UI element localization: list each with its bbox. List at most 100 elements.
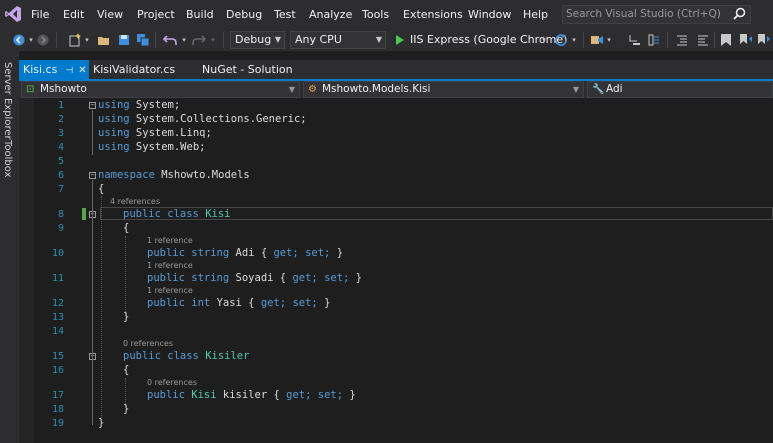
configuration-value: Debug xyxy=(235,33,272,46)
tab-kisi-cs[interactable]: Kisi.cs ⊣ ✕ xyxy=(19,60,89,79)
back-icon[interactable] xyxy=(13,34,25,46)
brace: } xyxy=(123,403,130,415)
code-line-8: public class Kisi xyxy=(123,208,231,220)
property-name: Soyadi xyxy=(235,272,274,284)
menu-test[interactable]: Test xyxy=(274,0,296,29)
project-dropdown[interactable]: ⊡ Mshowto ▼ xyxy=(21,81,300,98)
codelens-references[interactable]: 0 references xyxy=(123,339,173,348)
line-number: 9 xyxy=(57,223,64,234)
next-bookmark-icon[interactable] xyxy=(757,33,771,47)
undo-icon[interactable] xyxy=(163,33,177,47)
codelens-references[interactable]: 1 reference xyxy=(147,261,193,270)
chevron-down-icon: ▼ xyxy=(274,35,281,44)
class-dropdown[interactable]: ⚙ Mshowto.Models.Kisi ▼ xyxy=(303,81,584,98)
brace: { xyxy=(98,183,105,195)
undo-dropdown-icon[interactable]: ▾ xyxy=(180,31,188,49)
tab-kisivalidator-cs[interactable]: KisiValidator.cs xyxy=(89,60,179,79)
chevron-down-icon: ▼ xyxy=(288,85,295,94)
menu-tools[interactable]: Tools xyxy=(362,0,389,29)
change-tracking-bar xyxy=(82,208,86,220)
code-line-10: public string Adi { get; set; } xyxy=(147,247,344,259)
save-icon[interactable] xyxy=(117,33,131,47)
brace: } xyxy=(98,417,105,429)
run-dropdown-icon[interactable]: ▾ xyxy=(540,31,548,49)
menu-help[interactable]: Help xyxy=(523,0,548,29)
redo-dropdown-icon[interactable]: ▾ xyxy=(209,31,217,49)
indent-icon[interactable] xyxy=(696,33,710,47)
platform-dropdown[interactable]: Any CPU ▼ xyxy=(290,31,386,49)
chevron-down-icon: ▼ xyxy=(375,35,382,44)
line-number: 15 xyxy=(51,351,64,362)
keyword-get: get; xyxy=(286,389,312,401)
project-value: Mshowto xyxy=(40,83,87,95)
keyword-set: set; xyxy=(305,247,331,259)
line-number: 8 xyxy=(57,209,64,220)
refresh-dropdown-icon[interactable]: ▾ xyxy=(570,31,578,49)
chevron-down-icon: ▼ xyxy=(572,85,579,94)
code-line-7: { xyxy=(98,183,104,195)
previous-bookmark-icon[interactable] xyxy=(739,33,753,47)
collapse-namespace-icon[interactable]: − xyxy=(89,172,96,179)
code-line-1: using System; xyxy=(98,99,180,111)
codelens-references[interactable]: 1 reference xyxy=(147,286,193,295)
keyword-string: string xyxy=(191,272,230,284)
wrench-icon: 🔧 xyxy=(592,84,605,95)
refresh-icon[interactable] xyxy=(554,33,568,47)
codelens-references[interactable]: 4 references xyxy=(110,197,160,206)
menu-file[interactable]: File xyxy=(31,0,49,29)
keyword-public: public xyxy=(147,247,185,259)
browser-link-icon[interactable] xyxy=(590,33,604,47)
browser-link-dropdown-icon[interactable]: ▾ xyxy=(605,31,613,49)
menu-view[interactable]: View xyxy=(97,0,123,29)
keyword-namespace: namespace xyxy=(98,169,155,181)
brace: { xyxy=(123,364,130,376)
line-number: 6 xyxy=(57,170,64,181)
redo-icon[interactable] xyxy=(192,33,206,47)
codelens-references[interactable]: 0 references xyxy=(147,378,197,387)
step-over-icon[interactable] xyxy=(647,33,661,47)
line-number: 10 xyxy=(51,248,64,259)
member-dropdown[interactable]: 🔧 Adi xyxy=(587,81,773,98)
code-line-4: using System.Web; xyxy=(98,141,205,153)
tab-label: KisiValidator.cs xyxy=(93,63,176,76)
bookmark-icon[interactable] xyxy=(720,33,732,47)
line-number: 4 xyxy=(57,142,64,153)
toolbox-tab[interactable]: Toolbox xyxy=(2,140,13,178)
menu-analyze[interactable]: Analyze xyxy=(309,0,352,29)
menu-project[interactable]: Project xyxy=(137,0,175,29)
open-folder-icon[interactable] xyxy=(97,33,111,47)
menu-window[interactable]: Window xyxy=(468,0,511,29)
pin-icon[interactable]: ⊣ xyxy=(65,66,73,76)
menu-extensions[interactable]: Extensions xyxy=(403,0,463,29)
configuration-dropdown[interactable]: Debug ▼ xyxy=(230,31,285,49)
type-name: Kisi xyxy=(191,389,217,401)
code-text: System.Web; xyxy=(129,141,206,153)
run-play-icon[interactable] xyxy=(395,35,405,45)
keyword-public: public xyxy=(147,389,185,401)
outdent-icon[interactable] xyxy=(675,33,689,47)
type-name: Kisiler xyxy=(205,350,250,362)
code-text: System; xyxy=(129,99,181,111)
code-line-17: public Kisi kisiler { get; set; } xyxy=(147,389,356,401)
new-dropdown-icon[interactable]: ▾ xyxy=(83,31,91,49)
close-icon[interactable]: ✕ xyxy=(78,65,86,76)
menu-debug[interactable]: Debug xyxy=(226,0,262,29)
keyword-using: using xyxy=(98,141,130,153)
save-all-icon[interactable] xyxy=(136,33,150,47)
tab-nuget-solution[interactable]: NuGet - Solution xyxy=(198,60,297,79)
step-into-icon[interactable] xyxy=(627,33,641,47)
menu-edit[interactable]: Edit xyxy=(63,0,84,29)
back-dropdown-icon[interactable]: ▾ xyxy=(27,31,35,49)
codelens-references[interactable]: 1 reference xyxy=(147,236,193,245)
line-number: 1 xyxy=(57,100,64,111)
search-icon[interactable] xyxy=(733,7,746,20)
menu-build[interactable]: Build xyxy=(186,0,214,29)
visual-studio-logo-icon[interactable] xyxy=(4,5,22,23)
line-number: 7 xyxy=(57,184,64,195)
collapse-usings-icon[interactable]: − xyxy=(89,102,96,109)
server-explorer-tab[interactable]: Server Explorer xyxy=(2,62,13,140)
property-name: Yasi xyxy=(216,297,242,309)
new-project-icon[interactable] xyxy=(68,33,82,47)
forward-icon[interactable] xyxy=(37,34,49,46)
code-line-13: } xyxy=(123,311,129,323)
